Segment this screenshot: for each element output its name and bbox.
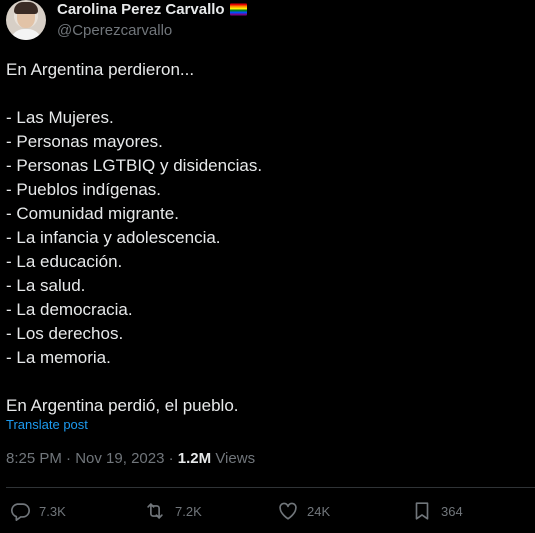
bookmark-icon <box>411 500 433 522</box>
rainbow-flag-icon <box>229 3 247 16</box>
views-label: Views <box>211 450 256 467</box>
author-name-text: Carolina Perez Carvallo <box>57 1 225 18</box>
tweet-line: - La memoria. <box>6 348 111 367</box>
repost-count: 7.2K <box>175 503 202 519</box>
tweet-line: - La salud. <box>6 276 86 295</box>
tweet-text: En Argentina perdieron... - Las Mujeres.… <box>6 58 526 418</box>
tweet-line: - Comunidad migrante. <box>6 204 179 223</box>
reply-button[interactable]: 7.3K <box>9 495 66 527</box>
bookmark-count: 364 <box>441 503 463 519</box>
tweet-line: - Personas mayores. <box>6 132 163 151</box>
reply-count: 7.3K <box>39 503 66 519</box>
reply-icon <box>9 500 31 522</box>
post-time[interactable]: 8:25 PM <box>6 450 62 467</box>
tweet-line <box>6 82 526 106</box>
tweet-line: - Las Mujeres. <box>6 108 114 127</box>
heart-icon <box>277 500 299 522</box>
tweet-line: - Los derechos. <box>6 324 124 343</box>
repost-button[interactable]: 7.2K <box>143 495 202 527</box>
tweet-line: En Argentina perdió, el pueblo. <box>6 396 239 415</box>
author-display-name[interactable]: Carolina Perez Carvallo <box>57 1 247 18</box>
author-handle[interactable]: @Cperezcarvallo <box>57 22 172 39</box>
tweet-line: - Personas LGTBIQ y disidencias. <box>6 156 263 175</box>
like-button[interactable]: 24K <box>277 495 330 527</box>
views-count[interactable]: 1.2M <box>178 450 211 467</box>
bookmark-button[interactable]: 364 <box>411 495 463 527</box>
repost-icon <box>143 500 167 522</box>
tweet-line: - Pueblos indígenas. <box>6 180 161 199</box>
meta-separator: · <box>61 450 76 467</box>
action-bar: 7.3K 7.2K 24K 364 <box>0 495 535 527</box>
translate-post-link[interactable]: Translate post <box>6 417 88 432</box>
meta-separator: · <box>164 450 178 467</box>
tweet-line: En Argentina perdieron... <box>6 60 195 79</box>
like-count: 24K <box>307 503 331 519</box>
post-date[interactable]: Nov 19, 2023 <box>75 450 164 467</box>
avatar-shirt <box>10 29 42 40</box>
avatar[interactable] <box>6 0 46 40</box>
tweet-line: - La educación. <box>6 252 123 271</box>
divider <box>6 487 535 488</box>
avatar-hair <box>14 2 38 14</box>
tweet-line <box>6 370 526 394</box>
tweet-line: - La democracia. <box>6 300 133 319</box>
tweet-line: - La infancia y adolescencia. <box>6 228 221 247</box>
tweet-header: Carolina Perez Carvallo @Cperezcarvallo <box>6 0 531 44</box>
tweet-meta: 8:25 PM · Nov 19, 2023 · 1.2M Views <box>6 450 255 467</box>
